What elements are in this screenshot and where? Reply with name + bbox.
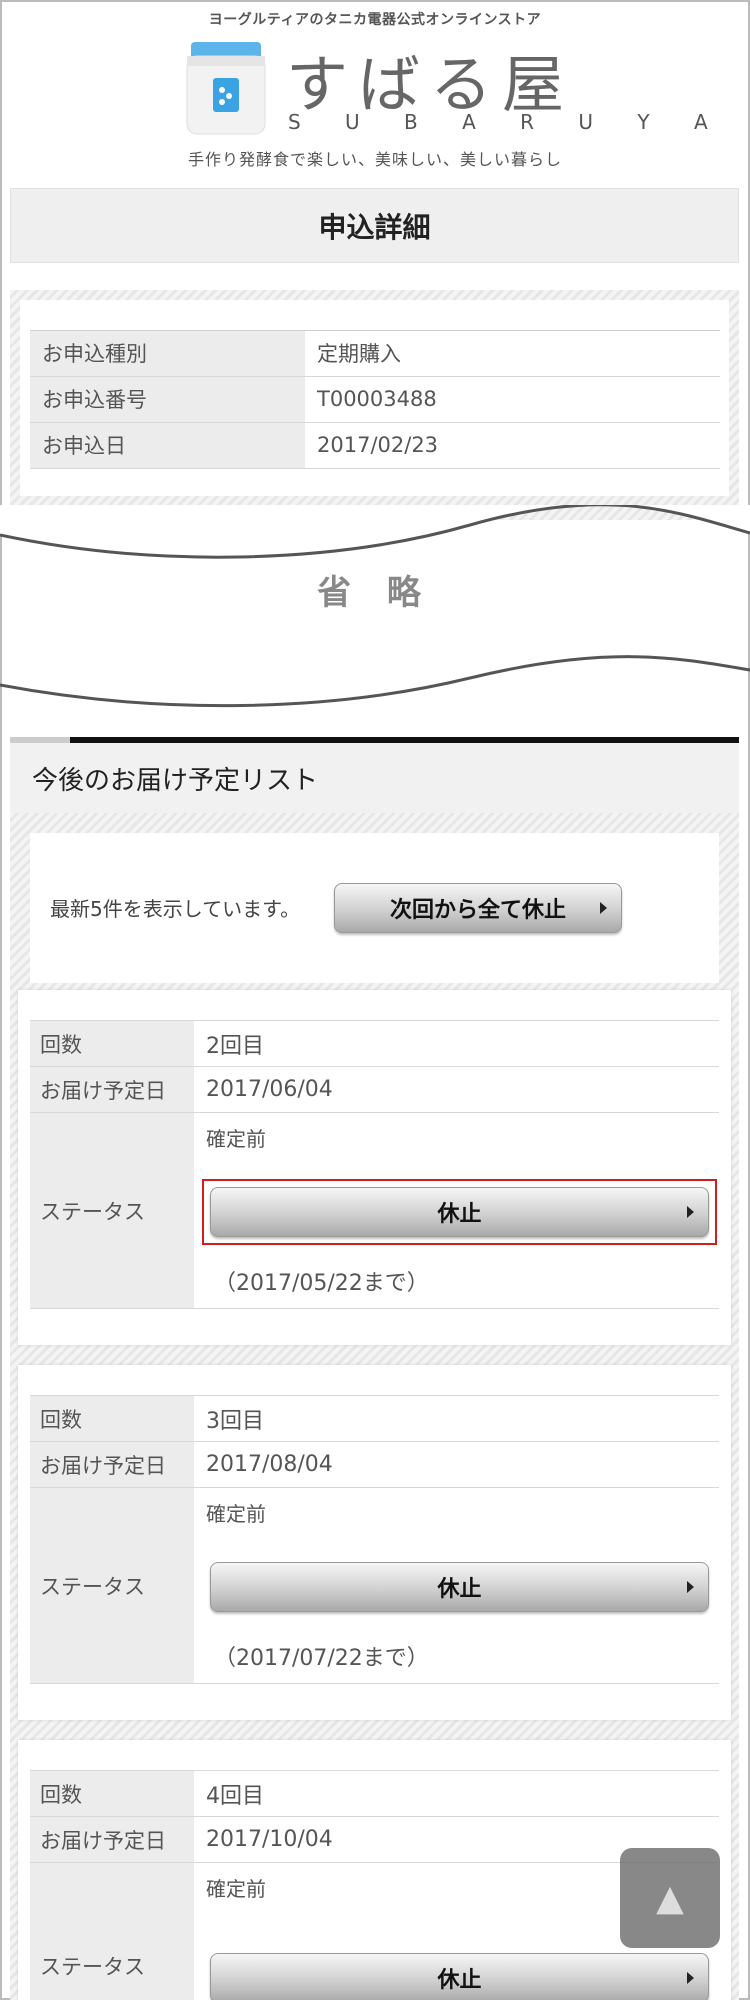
arrow-right-icon — [687, 1972, 694, 1984]
store-name-latin: S U B A R U Y A — [288, 110, 727, 134]
order-date-value: 2017/02/23 — [305, 422, 720, 469]
status-value: 確定前 — [206, 1127, 266, 1151]
order-type-value: 定期購入 — [305, 330, 720, 377]
arrow-right-icon — [687, 1206, 694, 1218]
site-header: ヨーグルティアのタニカ電器公式オンラインストア すばる屋 S U B A R U… — [0, 0, 750, 175]
count-label: 回数 — [30, 1396, 194, 1441]
delivery-info-card: 最新5件を表示しています。 次回から全て休止 — [30, 833, 719, 983]
delivery-status-row: ステータス 確定前 休止 （2017/07/22まで） — [30, 1488, 719, 1684]
delivery-status-row: ステータス 確定前 休止 — [30, 1863, 719, 2000]
status-label: ステータス — [30, 1113, 194, 1308]
arrow-right-icon — [687, 1581, 694, 1593]
delivery-count-row: 回数 4回目 — [30, 1771, 719, 1817]
arrow-right-icon — [600, 902, 607, 914]
latest-count-text: 最新5件を表示しています。 — [50, 897, 301, 921]
order-info-panel: お申込種別 定期購入 お申込番号 T00003488 お申込日 2017/02/… — [10, 290, 739, 520]
order-date-label: お申込日 — [30, 422, 305, 469]
suspend-button[interactable]: 休止 — [210, 1562, 709, 1612]
order-number-value: T00003488 — [305, 376, 720, 423]
count-value: 2回目 — [206, 1033, 264, 1059]
page-title: 申込詳細 — [10, 188, 739, 263]
status-label: ステータス — [30, 1863, 194, 2000]
count-label: 回数 — [30, 1771, 194, 1816]
delivery-date-row: お届け予定日 2017/10/04 — [30, 1817, 719, 1863]
suspend-deadline: （2017/05/22まで） — [214, 1271, 429, 1296]
delivery-item-card: 回数 2回目 お届け予定日 2017/06/04 ステータス 確定前 休止 （2… — [18, 990, 731, 1345]
triangle-up-icon: ▲ — [656, 1877, 684, 1919]
delivery-date-row: お届け予定日 2017/06/04 — [30, 1067, 719, 1113]
suspend-button[interactable]: 休止 — [210, 1953, 709, 2000]
order-number-row: お申込番号 T00003488 — [30, 376, 720, 423]
omitted-wave-bottom — [0, 655, 750, 708]
omitted-wave-top — [0, 505, 750, 559]
delivery-date-row: お届け予定日 2017/08/04 — [30, 1442, 719, 1488]
suspend-all-label: 次回から全て休止 — [389, 898, 566, 923]
count-value: 3回目 — [206, 1408, 264, 1434]
date-value: 2017/08/04 — [206, 1452, 333, 1477]
status-value: 確定前 — [206, 1877, 266, 1901]
scroll-to-top-button[interactable]: ▲ — [620, 1848, 720, 1948]
suspend-button-label: 休止 — [437, 1968, 482, 1993]
suspend-deadline: （2017/07/22まで） — [214, 1646, 429, 1671]
status-value: 確定前 — [206, 1502, 266, 1526]
suspend-button-label: 休止 — [437, 1202, 482, 1227]
header-tagline-top: ヨーグルティアのタニカ電器公式オンラインストア — [208, 12, 542, 28]
count-label: 回数 — [30, 1021, 194, 1066]
suspend-button[interactable]: 休止 — [210, 1187, 709, 1237]
delivery-item-card: 回数 3回目 お届け予定日 2017/08/04 ステータス 確定前 休止 （2… — [18, 1365, 731, 1720]
suspend-all-button[interactable]: 次回から全て休止 — [334, 883, 622, 933]
count-value: 4回目 — [206, 1783, 264, 1809]
delivery-count-row: 回数 2回目 — [30, 1021, 719, 1067]
order-date-row: お申込日 2017/02/23 — [30, 422, 720, 469]
header-tagline-bottom: 手作り発酵食で楽しい、美味しい、美しい暮らし — [187, 150, 562, 169]
order-info-table: お申込種別 定期購入 お申込番号 T00003488 お申込日 2017/02/… — [30, 328, 720, 469]
date-value: 2017/06/04 — [206, 1077, 333, 1102]
order-type-row: お申込種別 定期購入 — [30, 330, 720, 377]
delivery-status-row: ステータス 確定前 休止 （2017/05/22まで） — [30, 1113, 719, 1309]
omitted-label: 省 略 — [317, 573, 433, 613]
order-number-label: お申込番号 — [30, 376, 305, 423]
delivery-list-title: 今後のお届け予定リスト — [10, 743, 739, 813]
date-label: お届け予定日 — [30, 1067, 194, 1112]
status-label: ステータス — [30, 1488, 194, 1683]
suspend-button-label: 休止 — [437, 1577, 482, 1602]
order-type-label: お申込種別 — [30, 330, 305, 377]
yogurt-jar-logo-icon[interactable] — [185, 40, 267, 138]
delivery-count-row: 回数 3回目 — [30, 1396, 719, 1442]
date-label: お届け予定日 — [30, 1817, 194, 1862]
date-label: お届け予定日 — [30, 1442, 194, 1487]
